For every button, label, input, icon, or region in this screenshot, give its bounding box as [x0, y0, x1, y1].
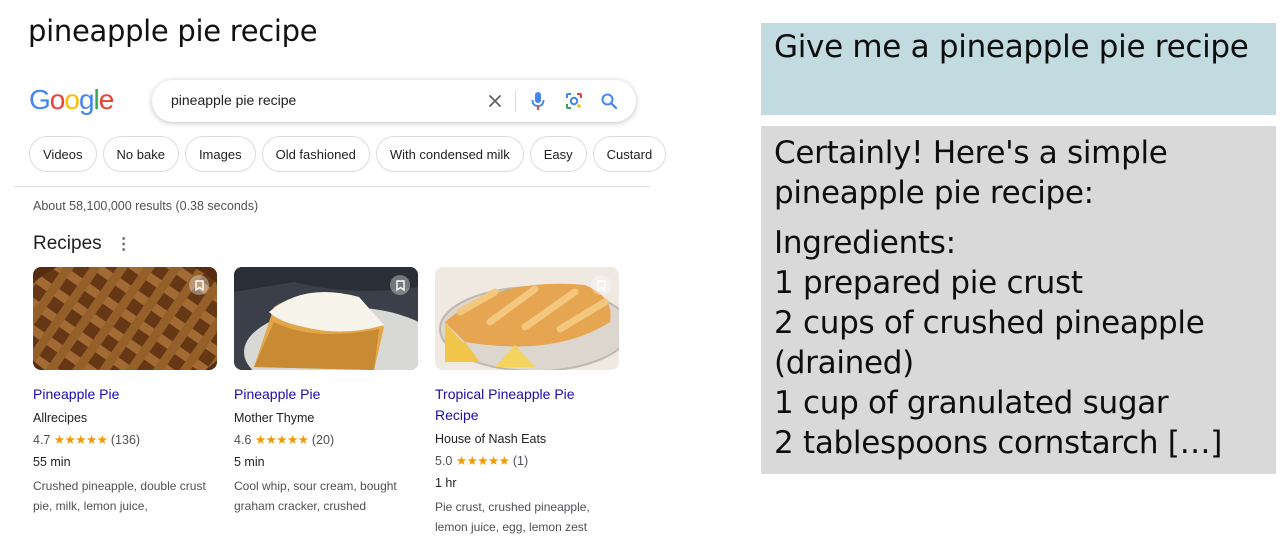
rating-stars: ★★★★★: [455, 454, 510, 468]
recipe-source: Allrecipes: [33, 411, 88, 425]
ingredient-item: 1 cup of granulated sugar: [774, 385, 1169, 421]
filter-chips: Videos No bake Images Old fashioned With…: [29, 136, 667, 172]
recipe-source: Mother Thyme: [234, 411, 315, 425]
rating-stars: ★★★★★: [254, 433, 309, 447]
chip-images[interactable]: Images: [184, 136, 256, 172]
recipe-rating: 5.0 ★★★★★ (1): [435, 452, 619, 470]
recipes-heading-label: Recipes: [33, 233, 102, 254]
ingredient-item: 2 cups of crushed pineapple (drained): [774, 305, 1205, 381]
lens-icon[interactable]: [561, 88, 587, 114]
chip-custard[interactable]: Custard: [592, 136, 667, 172]
bookmark-icon[interactable]: [390, 275, 410, 295]
recipe-card[interactable]: Tropical Pineapple Pie Recipe House of N…: [435, 267, 619, 537]
rating-count: (1): [512, 454, 529, 468]
recipe-time: 1 hr: [435, 476, 457, 490]
recipe-source: House of Nash Eats: [435, 432, 547, 446]
result-stats: About 58,100,000 results (0.38 seconds): [33, 199, 259, 213]
recipe-title[interactable]: Pineapple Pie: [33, 384, 217, 405]
recipe-time: 5 min: [234, 455, 265, 469]
ingredient-item: 2 tablespoons cornstarch […]: [774, 425, 1223, 461]
rating-count: (20): [311, 433, 335, 447]
rating-value: 5.0: [435, 454, 453, 468]
ingredients-heading: Ingredients:: [774, 225, 956, 261]
header-divider: [14, 186, 650, 187]
recipe-title[interactable]: Tropical Pineapple Pie Recipe: [435, 384, 619, 426]
recipes-heading: Recipes ⋮: [33, 233, 132, 255]
chip-easy[interactable]: Easy: [529, 136, 587, 172]
slide-title: pineapple pie recipe: [28, 14, 318, 48]
bookmark-icon[interactable]: [591, 275, 611, 295]
google-logo[interactable]: Google: [29, 84, 115, 116]
user-prompt: Give me a pineapple pie recipe: [761, 23, 1276, 115]
chip-no-bake[interactable]: No bake: [102, 136, 179, 172]
mic-icon[interactable]: [525, 88, 551, 114]
recipe-ingredients: Cool whip, sour cream, bought graham cra…: [234, 479, 397, 513]
more-options-icon[interactable]: ⋮: [116, 234, 132, 254]
rating-count: (136): [110, 433, 141, 447]
recipe-thumbnail[interactable]: [33, 267, 217, 370]
recipe-thumbnail[interactable]: [234, 267, 418, 370]
recipe-rating: 4.7 ★★★★★ (136): [33, 431, 217, 449]
chip-videos[interactable]: Videos: [29, 136, 97, 172]
answer-intro: Certainly! Here's a simple pineapple pie…: [774, 135, 1168, 211]
logo-letter: o: [49, 84, 66, 115]
recipe-time: 55 min: [33, 455, 71, 469]
chip-old-fashioned[interactable]: Old fashioned: [261, 136, 370, 172]
recipe-ingredients: Crushed pineapple, double crust pie, mil…: [33, 479, 206, 513]
search-divider: [515, 90, 516, 112]
recipe-thumbnail[interactable]: [435, 267, 619, 370]
recipe-rating: 4.6 ★★★★★ (20): [234, 431, 418, 449]
search-icon[interactable]: [596, 88, 622, 114]
prompt-text: Give me a pineapple pie recipe: [774, 29, 1249, 65]
ingredient-item: 1 prepared pie crust: [774, 265, 1083, 301]
rating-value: 4.7: [33, 433, 51, 447]
recipe-card[interactable]: Pineapple Pie Mother Thyme 4.6 ★★★★★ (20…: [234, 267, 418, 516]
rating-stars: ★★★★★: [53, 433, 108, 447]
assistant-answer: Certainly! Here's a simple pineapple pie…: [761, 126, 1276, 474]
logo-letter: G: [29, 84, 51, 115]
logo-letter: e: [98, 84, 115, 115]
logo-letter: o: [64, 84, 80, 115]
search-input[interactable]: pineapple pie recipe: [171, 92, 296, 108]
recipe-ingredients: Pie crust, crushed pineapple, lemon juic…: [435, 500, 590, 534]
chip-with-condensed-milk[interactable]: With condensed milk: [375, 136, 524, 172]
recipe-card[interactable]: Pineapple Pie Allrecipes 4.7 ★★★★★ (136)…: [33, 267, 217, 516]
rating-value: 4.6: [234, 433, 252, 447]
close-icon[interactable]: [482, 88, 508, 114]
search-bar[interactable]: pineapple pie recipe: [152, 80, 636, 122]
bookmark-icon[interactable]: [189, 275, 209, 295]
logo-letter: g: [78, 84, 95, 115]
recipe-title[interactable]: Pineapple Pie: [234, 384, 418, 405]
